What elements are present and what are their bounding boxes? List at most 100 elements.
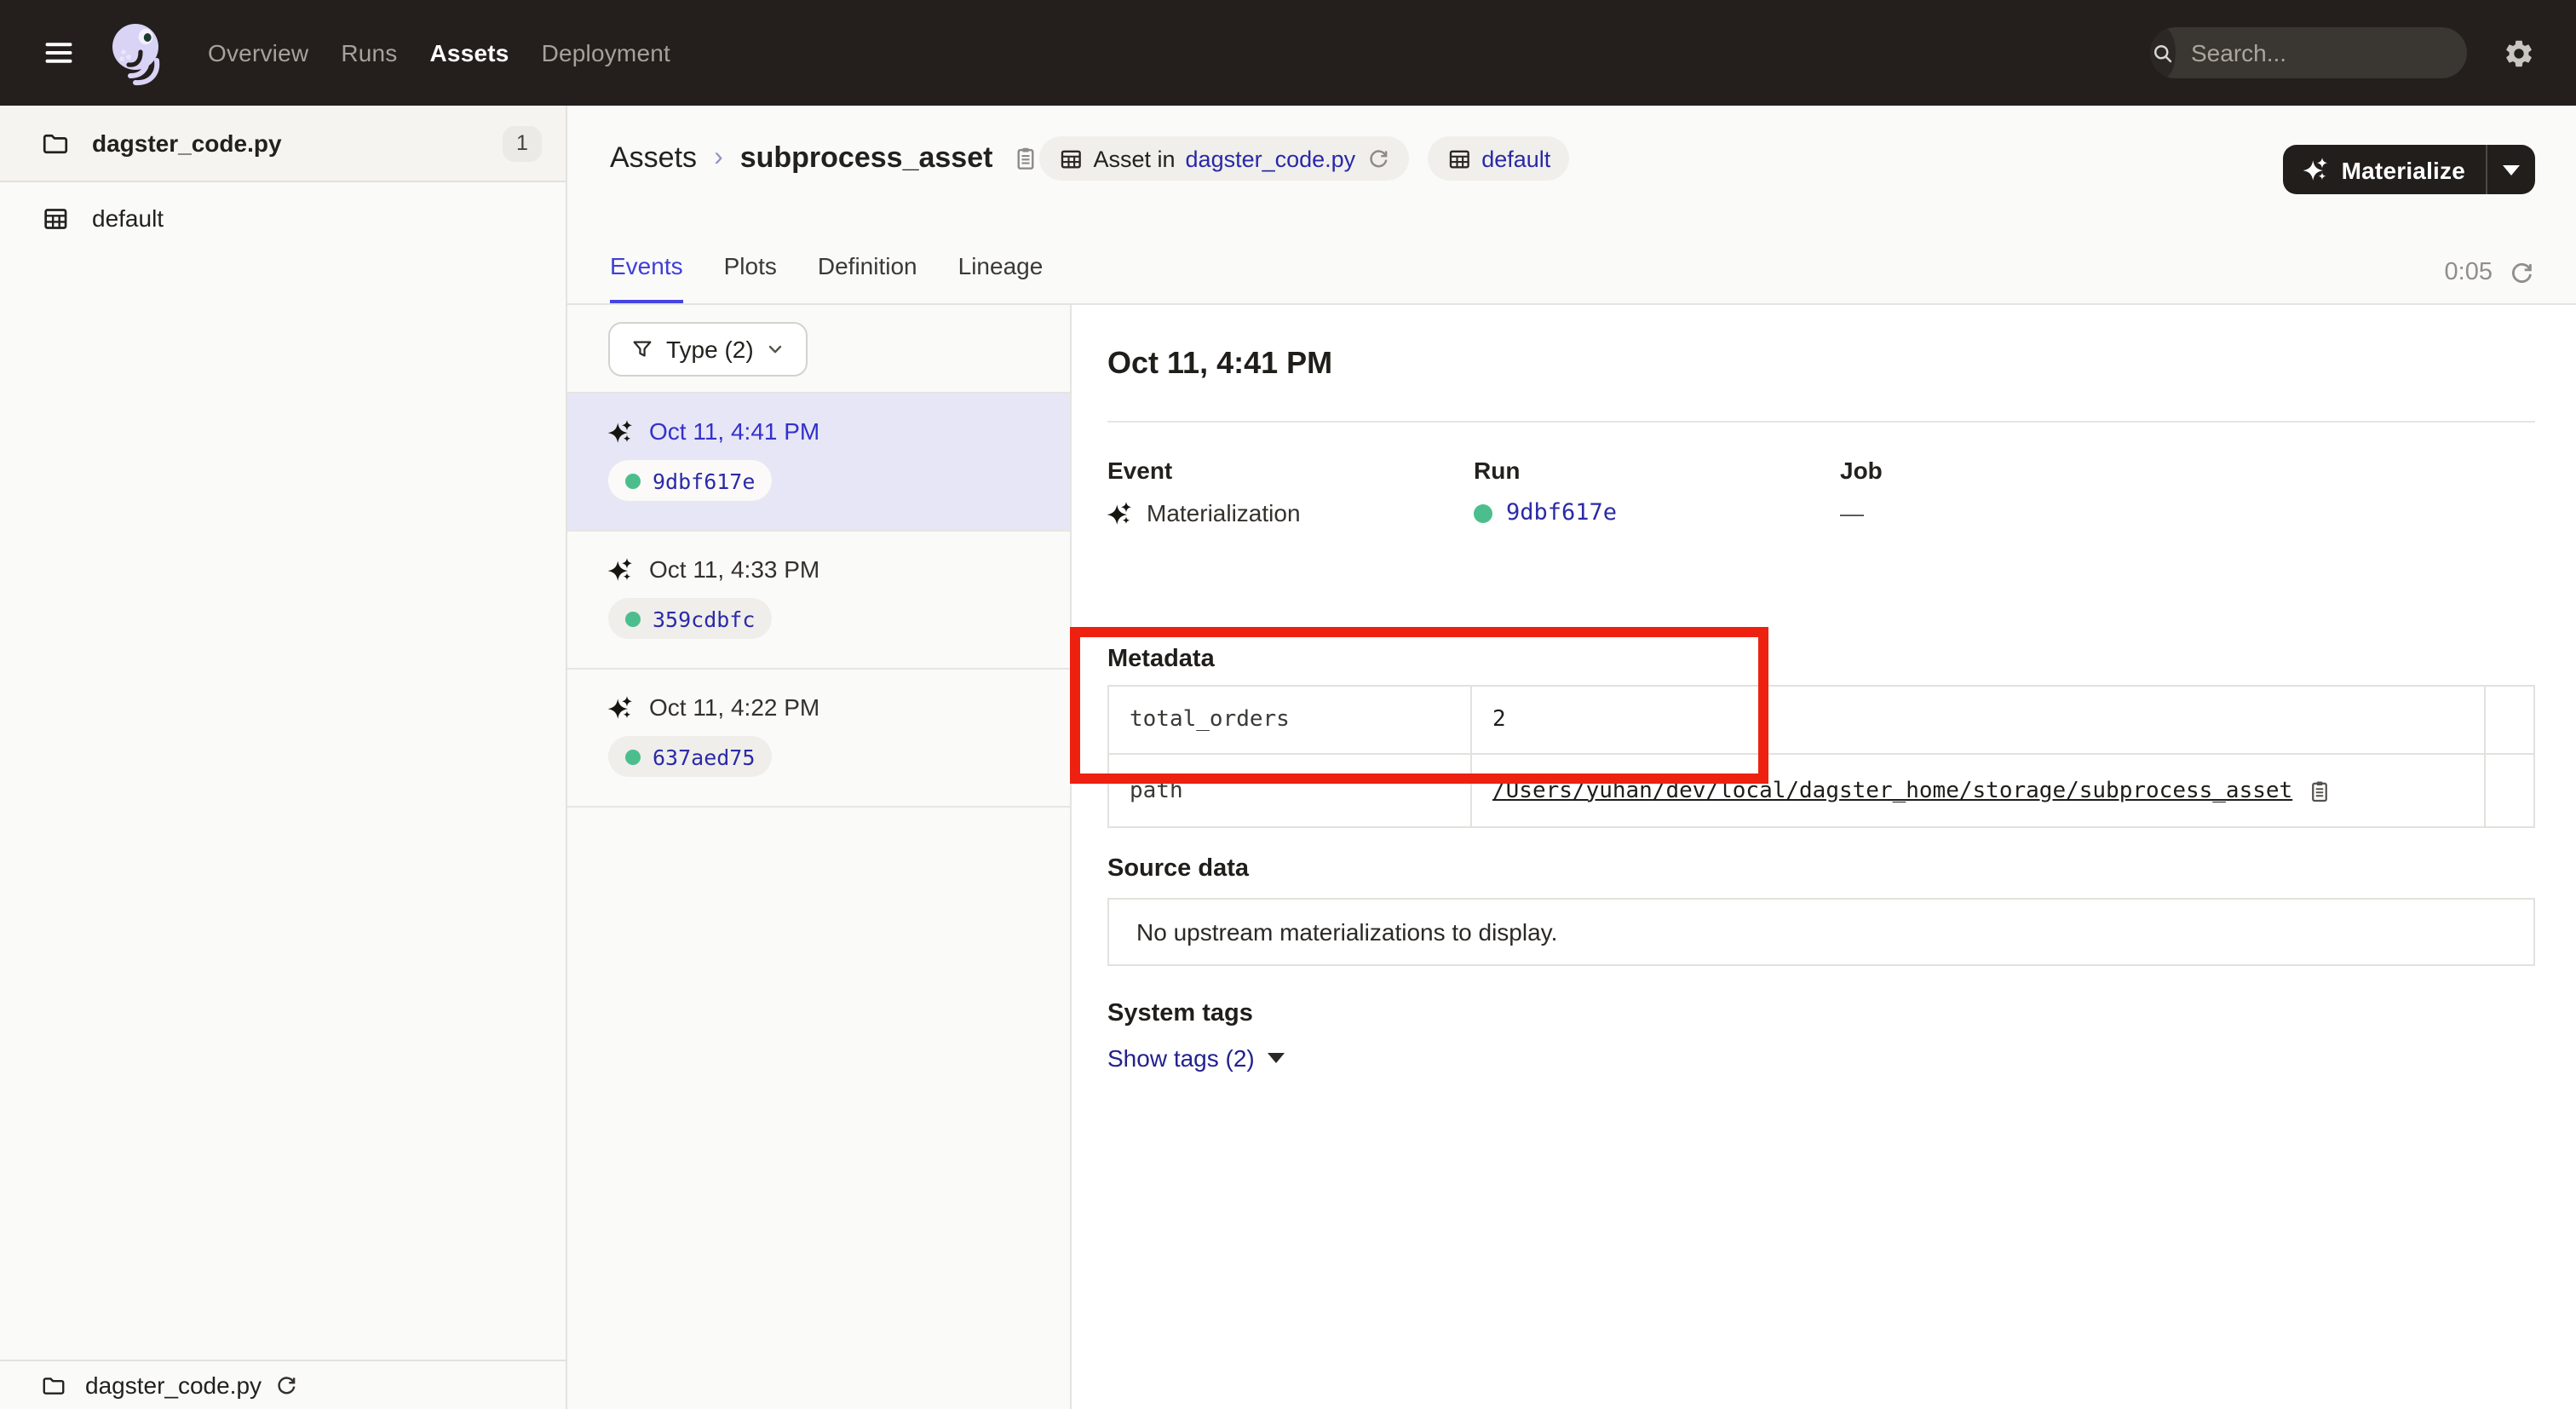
grid-icon: [1057, 146, 1083, 171]
tag-prefix: Asset in: [1093, 146, 1175, 171]
materialization-sparkles-icon: [608, 556, 634, 582]
event-summary-columns: Event Materialization Run 9dbf617e: [1107, 457, 2535, 526]
event-timestamp: Oct 11, 4:22 PM: [649, 693, 819, 721]
nav-item-assets[interactable]: Assets: [430, 39, 509, 66]
search-box[interactable]: /: [2150, 27, 2467, 78]
tab-lineage[interactable]: Lineage: [958, 252, 1044, 303]
nav-item-deployment[interactable]: Deployment: [542, 39, 670, 66]
run-tag[interactable]: 9dbf617e: [608, 460, 772, 501]
tab-plots[interactable]: Plots: [724, 252, 777, 303]
refresh-status: 0:05: [2445, 259, 2535, 286]
tab-events[interactable]: Events: [610, 252, 683, 303]
materialize-dropdown-button[interactable]: [2487, 145, 2535, 194]
event-list-item[interactable]: Oct 11, 4:33 PM 359cdbfc: [567, 532, 1070, 670]
nav-item-overview[interactable]: Overview: [208, 39, 308, 66]
dagster-logo-icon[interactable]: [106, 19, 170, 87]
asset-sidebar: dagster_code.py 1 default dagster_code.p…: [0, 106, 567, 1409]
sidebar-item-default-group[interactable]: default: [0, 182, 566, 254]
run-id-link[interactable]: 359cdbfc: [653, 606, 755, 631]
dagster-app: Overview Runs Assets Deployment / dagste…: [0, 0, 2576, 1409]
materialize-label: Materialize: [2342, 156, 2465, 183]
run-success-dot: [625, 749, 641, 764]
run-success-dot: [625, 473, 641, 488]
run-id-link[interactable]: 9dbf617e: [653, 468, 755, 493]
table-gutter-cell: [2486, 755, 2533, 826]
source-data-empty-box: No upstream materializations to display.: [1107, 898, 2535, 966]
tag-code-location-link[interactable]: dagster_code.py: [1186, 146, 1356, 171]
job-column-label: Job: [1840, 457, 2206, 484]
event-column-label: Event: [1107, 457, 1474, 484]
filter-funnel-icon: [630, 337, 654, 361]
run-tag[interactable]: 359cdbfc: [608, 598, 772, 639]
refresh-icon[interactable]: [2508, 259, 2535, 286]
path-link[interactable]: /Users/yuhan/dev/local/dagster_home/stor…: [1492, 778, 2292, 803]
system-tags-heading: System tags: [1107, 1000, 2535, 1029]
asset-count-badge: 1: [503, 125, 542, 161]
sidebar-item-code-location[interactable]: dagster_code.py 1: [0, 106, 566, 182]
source-data-heading: Source data: [1107, 855, 2535, 884]
sidebar-footer-code-location[interactable]: dagster_code.py: [0, 1360, 566, 1409]
table-row: path /Users/yuhan/dev/local/dagster_home…: [1109, 755, 2533, 826]
event-list-panel: Type (2) Oct 11, 4:41 PM 9dbf617e: [567, 305, 1072, 1409]
sparkles-icon: [2304, 157, 2330, 182]
copy-icon[interactable]: [1011, 145, 1038, 172]
run-id-link[interactable]: 9dbf617e: [1506, 499, 1617, 526]
caret-down-icon: [1268, 1053, 1285, 1063]
run-tag[interactable]: 637aed75: [608, 736, 772, 777]
metadata-table: total_orders 2 path /Users/yuhan/dev/loc…: [1107, 685, 2535, 828]
table-row: total_orders 2: [1109, 687, 2533, 755]
caret-down-icon: [2503, 164, 2520, 175]
event-timestamp: Oct 11, 4:33 PM: [649, 555, 819, 583]
page-title: subprocess_asset: [740, 141, 993, 175]
materialization-sparkles-icon: [608, 694, 634, 720]
divider: [1107, 421, 2535, 423]
event-list-item[interactable]: Oct 11, 4:22 PM 637aed75: [567, 670, 1070, 808]
grid-icon: [1446, 146, 1471, 171]
metadata-heading: Metadata: [1107, 646, 2535, 675]
event-type-value: Materialization: [1147, 499, 1301, 526]
job-empty-value: —: [1840, 499, 1864, 526]
folder-icon: [41, 1372, 66, 1398]
sidebar-footer-label: dagster_code.py: [85, 1372, 262, 1399]
grid-icon: [41, 204, 70, 233]
nav-item-runs[interactable]: Runs: [341, 39, 397, 66]
materialize-button[interactable]: Materialize: [2284, 145, 2486, 194]
materialize-split-button: Materialize: [2284, 145, 2535, 194]
event-filter-bar: Type (2): [567, 305, 1070, 394]
source-data-empty-text: No upstream materializations to display.: [1136, 918, 1557, 946]
run-success-dot: [1474, 503, 1492, 522]
reload-icon[interactable]: [1366, 147, 1389, 170]
breadcrumb-assets-link[interactable]: Assets: [610, 141, 697, 175]
materialization-sparkles-icon: [1107, 500, 1133, 526]
tab-definition[interactable]: Definition: [818, 252, 917, 303]
gear-icon[interactable]: [2503, 37, 2535, 69]
primary-nav: Overview Runs Assets Deployment: [208, 39, 670, 66]
run-column-label: Run: [1474, 457, 1840, 484]
breadcrumb-separator: ›: [714, 143, 723, 174]
metadata-key: total_orders: [1109, 687, 1472, 753]
menu-icon[interactable]: [41, 37, 77, 68]
reload-icon[interactable]: [273, 1373, 297, 1397]
breadcrumb: Assets › subprocess_asset Asset in dagst…: [567, 106, 2576, 211]
copy-icon[interactable]: [2306, 778, 2332, 803]
tag-asset-in-code-location[interactable]: Asset in dagster_code.py: [1038, 136, 1408, 181]
sidebar-item-label: default: [92, 204, 164, 232]
tag-group-link[interactable]: default: [1481, 146, 1550, 171]
metadata-key: path: [1109, 755, 1472, 826]
materialization-sparkles-icon: [608, 418, 634, 444]
main-pane: Assets › subprocess_asset Asset in dagst…: [567, 106, 2576, 1409]
event-list-item[interactable]: Oct 11, 4:41 PM 9dbf617e: [567, 394, 1070, 532]
run-column: Run 9dbf617e: [1474, 457, 1840, 526]
run-success-dot: [625, 611, 641, 626]
show-tags-toggle[interactable]: Show tags (2): [1107, 1044, 1285, 1072]
event-detail-title: Oct 11, 4:41 PM: [1107, 342, 2535, 383]
metadata-value: 2: [1492, 707, 1506, 733]
tag-default-group[interactable]: default: [1427, 136, 1569, 181]
search-icon: [2150, 27, 2176, 78]
table-gutter-cell: [2486, 687, 2533, 753]
search-input[interactable]: [2191, 39, 2467, 66]
top-nav: Overview Runs Assets Deployment /: [0, 0, 2576, 106]
type-filter-button[interactable]: Type (2): [608, 322, 808, 377]
run-id-link[interactable]: 637aed75: [653, 744, 755, 769]
show-tags-label: Show tags (2): [1107, 1044, 1255, 1072]
